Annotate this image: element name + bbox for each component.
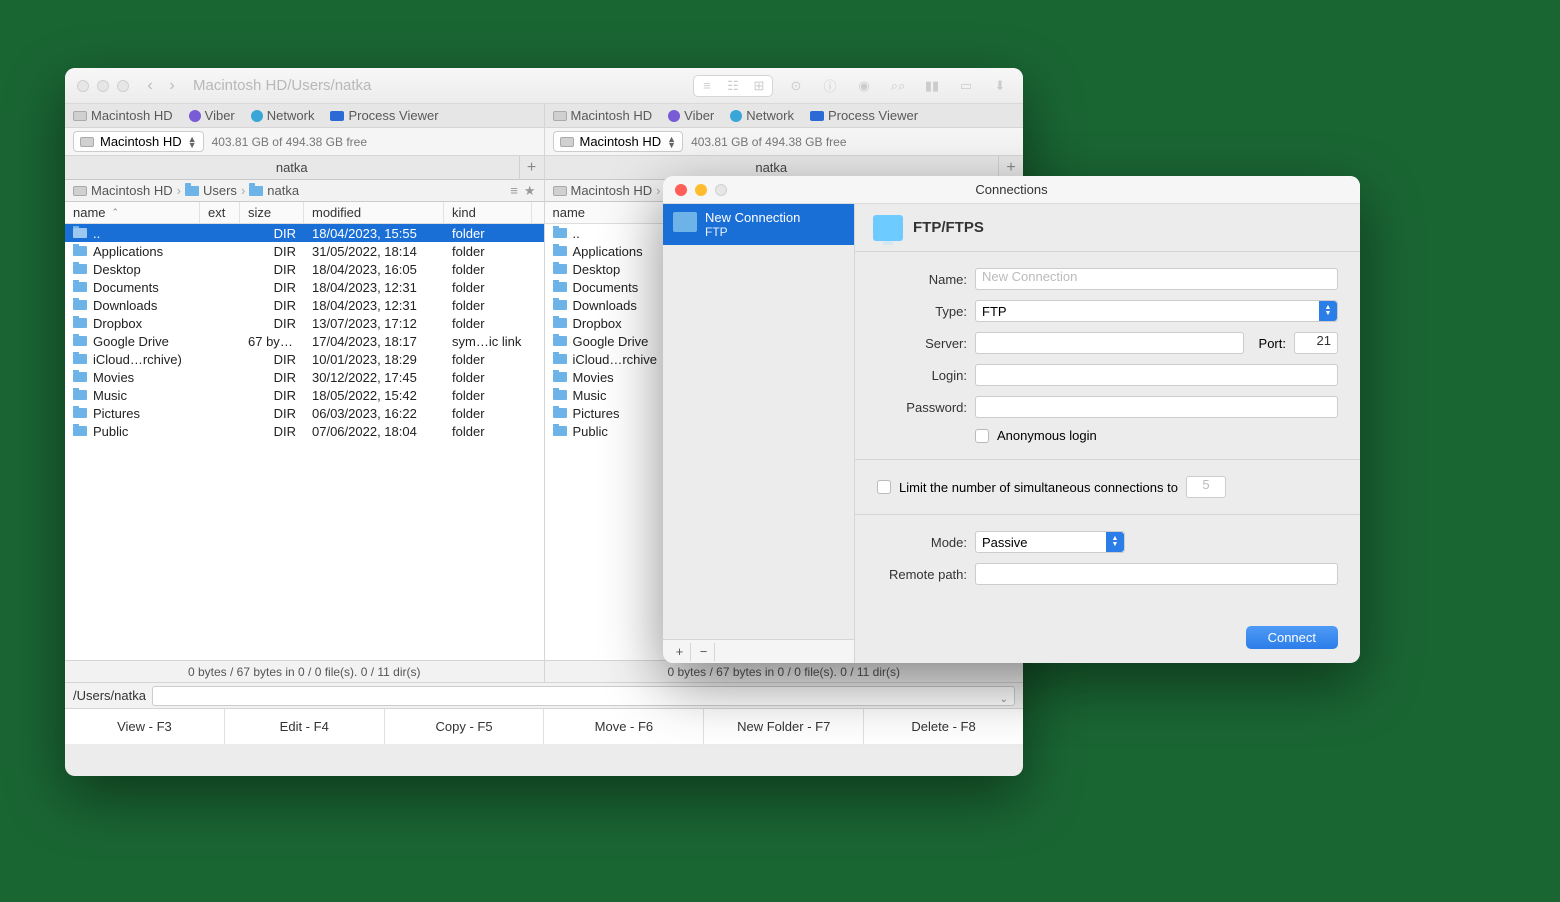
type-select[interactable]: FTP▲▼ — [975, 300, 1338, 322]
limit-checkbox[interactable] — [877, 480, 891, 494]
remove-connection-button[interactable]: − — [693, 643, 715, 661]
folder-icon[interactable]: ▭ — [955, 76, 977, 96]
connection-item[interactable]: New ConnectionFTP — [663, 204, 854, 245]
window-path: Macintosh HD/Users/natka — [193, 77, 371, 94]
file-row[interactable]: PublicDIR07/06/2022, 18:04folder — [65, 422, 544, 440]
server-field[interactable] — [975, 332, 1244, 354]
login-field[interactable] — [975, 364, 1338, 386]
file-row[interactable]: DesktopDIR18/04/2023, 16:05folder — [65, 260, 544, 278]
favorite-macintosh-hd[interactable]: Macintosh HD — [73, 108, 173, 123]
col-ext[interactable]: ext — [200, 202, 240, 223]
file-row[interactable]: PicturesDIR06/03/2023, 16:22folder — [65, 404, 544, 422]
drive-selector-left[interactable]: Macintosh HD▲▼ — [73, 131, 204, 152]
add-connection-button[interactable]: + — [669, 643, 691, 661]
zoom-icon[interactable] — [715, 184, 727, 196]
preview-icon[interactable]: ◉ — [853, 76, 875, 96]
limit-field[interactable]: 5 — [1186, 476, 1226, 498]
minimize-icon[interactable] — [695, 184, 707, 196]
dialog-title: Connections — [975, 182, 1047, 197]
password-field[interactable] — [975, 396, 1338, 418]
info-icon[interactable]: ⓘ — [819, 76, 841, 96]
favorite-macintosh-hd[interactable]: Macintosh HD — [553, 108, 653, 123]
col-size[interactable]: size — [240, 202, 304, 223]
tab-left[interactable]: natka — [65, 156, 520, 180]
nav-forward[interactable]: › — [161, 75, 183, 97]
remote-path-field[interactable] — [975, 563, 1338, 585]
favorite-process-viewer[interactable]: Process Viewer — [810, 108, 918, 123]
fkey-delete[interactable]: Delete - F8 — [864, 709, 1023, 744]
connection-folder-icon — [673, 212, 697, 232]
fkey-copy[interactable]: Copy - F5 — [385, 709, 545, 744]
nav-back[interactable]: ‹ — [139, 75, 161, 97]
connections-dialog: Connections New ConnectionFTP + − FTP/FT… — [663, 176, 1360, 663]
name-field[interactable]: New Connection — [975, 268, 1338, 290]
crumb[interactable]: Macintosh HD — [571, 183, 653, 198]
file-row[interactable]: DropboxDIR13/07/2023, 17:12folder — [65, 314, 544, 332]
pane-left: nameextsizemodifiedkind ..DIR18/04/2023,… — [65, 202, 545, 660]
favorite-network[interactable]: Network — [730, 108, 794, 123]
drive-selector-right[interactable]: Macintosh HD▲▼ — [553, 131, 684, 152]
titlebar: ‹ › Macintosh HD/Users/natka ≡ ☷ ⊞ ⊙ ⓘ ◉… — [65, 68, 1023, 104]
port-field[interactable]: 21 — [1294, 332, 1338, 354]
star-icon[interactable]: ★ — [524, 183, 536, 199]
ftp-icon — [873, 215, 903, 241]
file-row[interactable]: iCloud…rchive)DIR10/01/2023, 18:29folder — [65, 350, 544, 368]
file-row[interactable]: DocumentsDIR18/04/2023, 12:31folder — [65, 278, 544, 296]
traffic-lights[interactable] — [77, 80, 129, 92]
file-row[interactable]: ApplicationsDIR31/05/2022, 18:14folder — [65, 242, 544, 260]
view-list-icon[interactable]: ≡ — [694, 76, 720, 96]
view-grid-icon[interactable]: ⊞ — [746, 76, 772, 96]
favorite-viber[interactable]: Viber — [668, 108, 714, 123]
columns-icon[interactable]: ▮▮ — [921, 76, 943, 96]
file-row[interactable]: MoviesDIR30/12/2022, 17:45folder — [65, 368, 544, 386]
fkey-move[interactable]: Move - F6 — [544, 709, 704, 744]
toggle-icon[interactable]: ⊙ — [785, 76, 807, 96]
col-name[interactable]: name — [65, 202, 200, 223]
crumb[interactable]: natka — [267, 183, 299, 198]
favorite-network[interactable]: Network — [251, 108, 315, 123]
crumb[interactable]: Users — [203, 183, 237, 198]
file-row[interactable]: DownloadsDIR18/04/2023, 12:31folder — [65, 296, 544, 314]
col-modified[interactable]: modified — [304, 202, 444, 223]
tab-add-left[interactable]: + — [520, 156, 544, 180]
crumb[interactable]: Macintosh HD — [91, 183, 173, 198]
status-right: 0 bytes / 67 bytes in 0 / 0 file(s). 0 /… — [545, 661, 1024, 682]
connect-button[interactable]: Connect — [1246, 626, 1338, 649]
binoculars-icon[interactable]: ⌕⌕ — [887, 76, 909, 96]
favorites-bar: Macintosh HD Viber Network Process Viewer M… — [65, 104, 1023, 128]
mode-select[interactable]: Passive▲▼ — [975, 531, 1125, 553]
file-row[interactable]: MusicDIR18/05/2022, 15:42folder — [65, 386, 544, 404]
file-row[interactable]: Google Drive67 bytes17/04/2023, 18:17sym… — [65, 332, 544, 350]
fkey-new[interactable]: New Folder - F7 — [704, 709, 864, 744]
view-columns-icon[interactable]: ☷ — [720, 76, 746, 96]
fkey-view[interactable]: View - F3 — [65, 709, 225, 744]
list-icon[interactable]: ≡ — [510, 183, 518, 199]
file-row[interactable]: ..DIR18/04/2023, 15:55folder — [65, 224, 544, 242]
favorite-viber[interactable]: Viber — [189, 108, 235, 123]
download-icon[interactable]: ⬇ — [989, 76, 1011, 96]
cmd-path: /Users/natka — [73, 688, 146, 703]
col-kind[interactable]: kind — [444, 202, 532, 223]
cmd-input[interactable]: ⌄ — [152, 686, 1015, 706]
close-icon[interactable] — [675, 184, 687, 196]
anonymous-checkbox[interactable] — [975, 429, 989, 443]
status-left: 0 bytes / 67 bytes in 0 / 0 file(s). 0 /… — [65, 661, 545, 682]
favorite-process-viewer[interactable]: Process Viewer — [330, 108, 438, 123]
fkey-edit[interactable]: Edit - F4 — [225, 709, 385, 744]
